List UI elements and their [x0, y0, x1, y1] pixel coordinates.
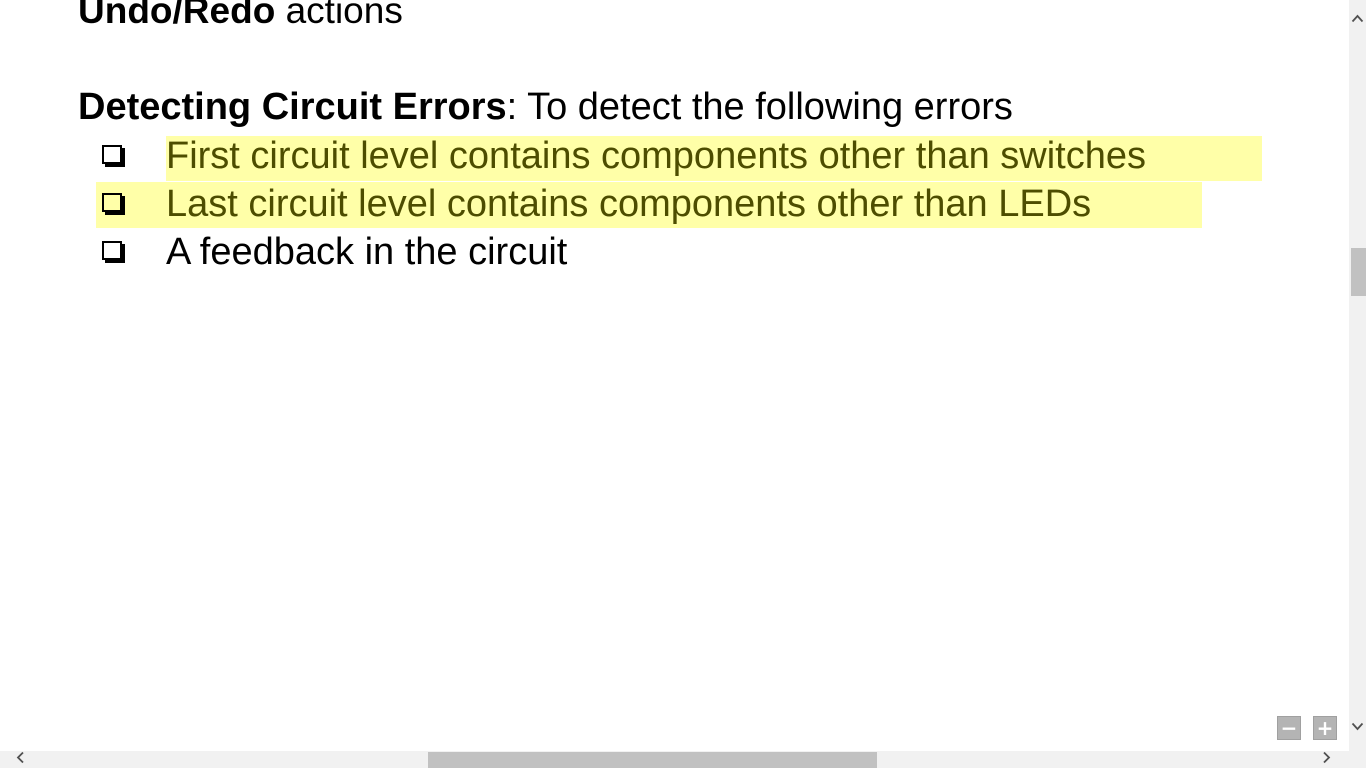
horizontal-scrollbar[interactable] [0, 751, 1349, 768]
list-item-text: Last circuit level contains components o… [166, 183, 1092, 225]
chevron-down-icon[interactable] [1349, 718, 1366, 735]
list-item-text: A feedback in the circuit [166, 231, 568, 273]
zoom-out-button[interactable]: − [1277, 716, 1301, 740]
checkbox-bullet-icon [98, 181, 132, 227]
checkbox-bullet-icon [98, 133, 132, 179]
list-item-text: First circuit level contains components … [166, 135, 1146, 177]
undo-redo-bold: Undo/Redo [78, 0, 276, 31]
document-page: Undo/Redo actions Detecting Circuit Erro… [0, 0, 1349, 751]
vertical-scroll-thumb[interactable] [1351, 248, 1366, 296]
chevron-up-icon[interactable] [1349, 10, 1366, 27]
zoom-in-button[interactable]: + [1313, 716, 1337, 740]
section-heading-rest: : To detect the following errors [506, 86, 1013, 128]
document-viewport[interactable]: Undo/Redo actions Detecting Circuit Erro… [0, 0, 1349, 751]
checkbox-bullet-icon [98, 229, 132, 275]
scrollbar-corner [1349, 751, 1366, 768]
undo-redo-line: Undo/Redo actions [78, 0, 403, 36]
chevron-left-icon[interactable] [12, 751, 29, 768]
vertical-scrollbar[interactable] [1349, 0, 1366, 751]
undo-redo-rest: actions [275, 0, 403, 31]
horizontal-scroll-thumb[interactable] [428, 752, 877, 768]
section-heading: Detecting Circuit Errors: To detect the … [78, 82, 1013, 132]
section-heading-bold: Detecting Circuit Errors [78, 86, 507, 128]
chevron-right-icon[interactable] [1318, 751, 1335, 768]
